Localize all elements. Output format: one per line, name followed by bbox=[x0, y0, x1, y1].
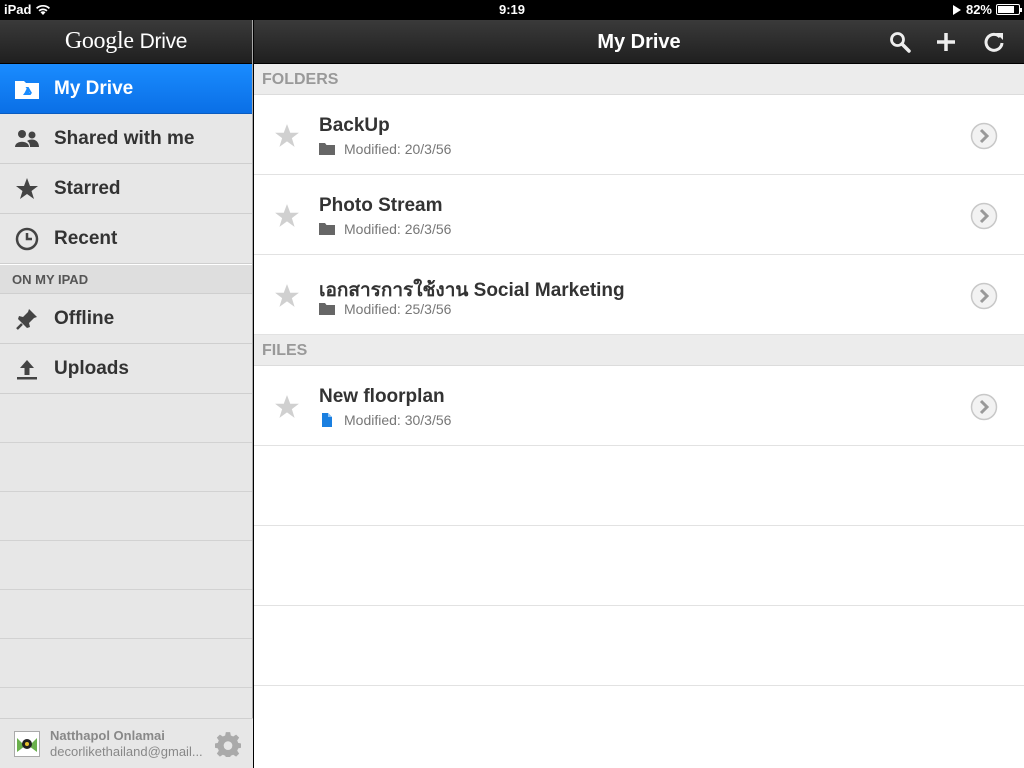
sidebar-empty-row bbox=[0, 492, 252, 541]
chevron-right-icon[interactable] bbox=[970, 202, 998, 230]
sidebar: Google Drive My Drive Shared with me Star… bbox=[0, 20, 253, 768]
logo-drive-text: Drive bbox=[139, 30, 188, 53]
plus-icon bbox=[937, 33, 955, 51]
sidebar-empty-row bbox=[0, 590, 252, 639]
folder-icon bbox=[319, 143, 335, 155]
modified-date: Modified: 20/3/56 bbox=[344, 141, 452, 157]
files-header: FILES bbox=[254, 335, 1024, 366]
sidebar-item-label: Starred bbox=[54, 177, 121, 199]
sidebar-item-starred[interactable]: Starred bbox=[0, 164, 252, 214]
account-name: Natthapol Onlamai bbox=[50, 727, 165, 743]
empty-row bbox=[254, 526, 1024, 606]
folder-icon bbox=[319, 303, 335, 315]
modified-date: Modified: 26/3/56 bbox=[344, 221, 452, 237]
people-icon bbox=[14, 126, 40, 152]
logo-google-text: Google bbox=[64, 28, 134, 54]
refresh-button[interactable] bbox=[982, 30, 1006, 54]
chevron-right-icon[interactable] bbox=[970, 393, 998, 421]
folder-name: BackUp bbox=[319, 115, 390, 136]
battery-level bbox=[998, 6, 1015, 13]
sidebar-item-shared-with-me[interactable]: Shared with me bbox=[0, 114, 252, 164]
folder-icon bbox=[319, 223, 335, 235]
section-label-on-my-ipad: ON MY IPAD bbox=[0, 264, 252, 294]
clock: 9:19 bbox=[498, 2, 526, 17]
sidebar-item-my-drive[interactable]: My Drive bbox=[0, 64, 252, 114]
status-bar: iPad 9:19 82% bbox=[0, 0, 1024, 20]
main-header: My Drive bbox=[254, 20, 1024, 64]
drive-icon bbox=[14, 76, 40, 102]
add-button[interactable] bbox=[934, 30, 958, 54]
sidebar-item-offline[interactable]: Offline bbox=[0, 294, 252, 344]
refresh-icon bbox=[984, 32, 1004, 52]
battery-percent: 82% bbox=[965, 2, 992, 17]
battery-icon bbox=[996, 4, 1022, 15]
sidebar-item-label: Recent bbox=[54, 227, 118, 249]
star-icon bbox=[14, 176, 40, 202]
chevron-right-icon[interactable] bbox=[970, 282, 998, 310]
main-panel: My Drive FOLDERS BackUp Modified: 20/3/5… bbox=[254, 20, 1024, 768]
folder-row[interactable]: Photo Stream Modified: 26/3/56 bbox=[254, 175, 1024, 255]
clock-icon bbox=[14, 226, 40, 252]
document-icon bbox=[322, 413, 332, 427]
star-outline-icon[interactable] bbox=[274, 123, 300, 149]
empty-row bbox=[254, 606, 1024, 686]
account-panel[interactable]: Natthapol Onlamai decorlikethailand@gmai… bbox=[0, 718, 253, 768]
folders-header: FOLDERS bbox=[254, 64, 1024, 95]
modified-date: Modified: 30/3/56 bbox=[344, 412, 452, 428]
sidebar-header: Google Drive bbox=[0, 20, 252, 64]
chevron-right-icon[interactable] bbox=[970, 122, 998, 150]
sidebar-empty-row bbox=[0, 639, 252, 688]
search-button[interactable] bbox=[888, 30, 912, 54]
pin-icon bbox=[14, 306, 40, 332]
star-outline-icon[interactable] bbox=[274, 394, 300, 420]
sidebar-item-label: My Drive bbox=[54, 77, 134, 99]
gear-icon[interactable] bbox=[215, 731, 241, 757]
file-row[interactable]: New floorplan Modified: 30/3/56 bbox=[254, 366, 1024, 446]
account-email: decorlikethailand@gmail... bbox=[50, 743, 203, 759]
modified-date: Modified: 25/3/56 bbox=[344, 301, 452, 317]
file-name: New floorplan bbox=[319, 386, 445, 407]
sidebar-empty-row bbox=[0, 541, 252, 590]
avatar bbox=[14, 730, 40, 757]
sidebar-item-label: Shared with me bbox=[54, 127, 195, 149]
sidebar-empty-row bbox=[0, 394, 252, 443]
google-drive-logo: Google Drive bbox=[64, 28, 188, 55]
search-icon bbox=[890, 32, 911, 53]
sidebar-item-recent[interactable]: Recent bbox=[0, 214, 252, 264]
folder-row[interactable]: เอกสารการใช้งาน Social Marketing Modifie… bbox=[254, 255, 1024, 335]
star-outline-icon[interactable] bbox=[274, 283, 300, 309]
star-outline-icon[interactable] bbox=[274, 203, 300, 229]
folder-name: Photo Stream bbox=[319, 195, 443, 216]
folder-row[interactable]: BackUp Modified: 20/3/56 bbox=[254, 95, 1024, 175]
sidebar-item-label: Offline bbox=[54, 307, 115, 329]
empty-row bbox=[254, 446, 1024, 526]
sidebar-item-label: Uploads bbox=[54, 357, 129, 379]
sidebar-empty-row bbox=[0, 443, 252, 492]
play-icon bbox=[952, 4, 961, 15]
upload-icon bbox=[14, 356, 40, 382]
sidebar-item-uploads[interactable]: Uploads bbox=[0, 344, 252, 394]
